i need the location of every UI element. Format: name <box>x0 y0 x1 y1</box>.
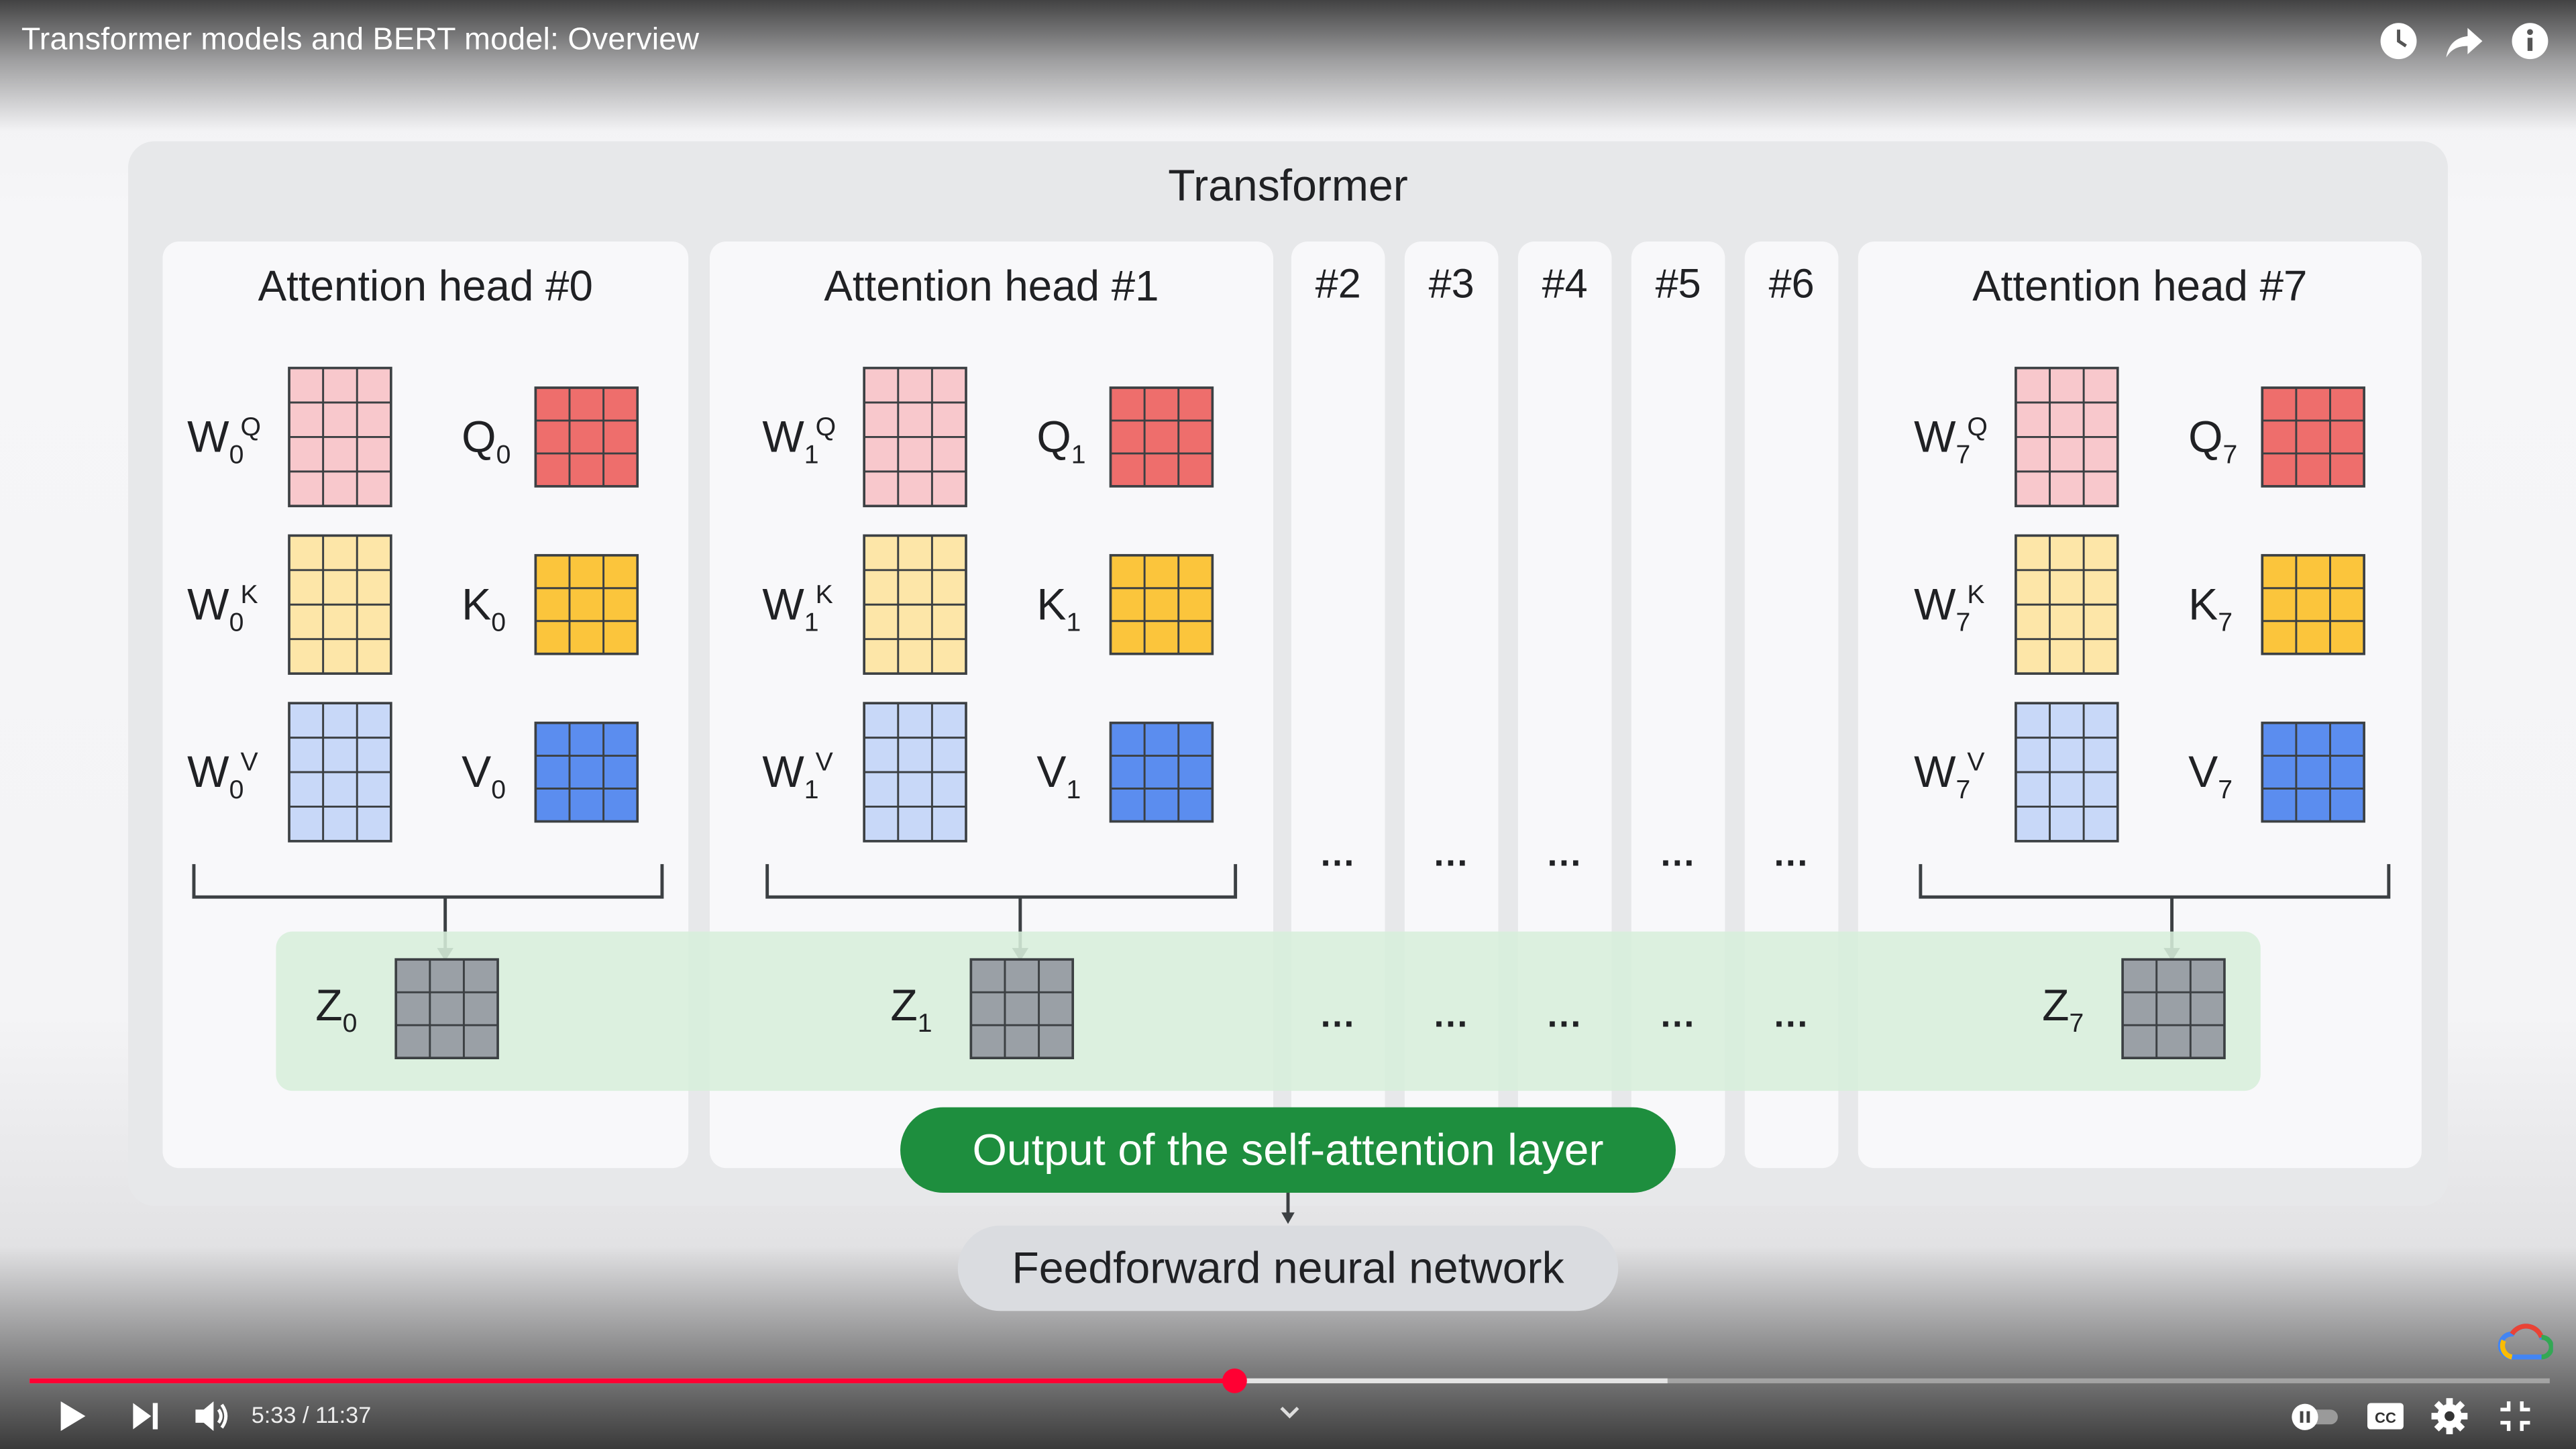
feedforward-label: Feedforward neural network <box>957 1225 1619 1311</box>
z-ellipsis-6: ... <box>1774 994 1809 1035</box>
exit-fullscreen-icon[interactable] <box>2499 1400 2532 1433</box>
output-self-attention-label: Output of the self-attention layer <box>900 1107 1676 1193</box>
time-display: 5:33 / 11:37 <box>251 1401 372 1428</box>
google-cloud-logo <box>2498 1324 2553 1360</box>
bracket-head-7 <box>1919 864 2391 899</box>
z-ellipsis-2: ... <box>1320 994 1356 1035</box>
z-output-band <box>276 931 2261 1091</box>
volume-icon[interactable] <box>193 1398 232 1434</box>
bracket-head-0 <box>192 864 664 899</box>
bracket-head-1 <box>765 864 1238 899</box>
play-icon[interactable] <box>54 1398 91 1434</box>
next-icon[interactable] <box>128 1400 164 1433</box>
progress-played <box>30 1378 1234 1384</box>
svg-text:CC: CC <box>2375 1409 2396 1426</box>
z-matrix <box>394 958 499 1059</box>
autoplay-toggle-icon[interactable] <box>2288 1401 2341 1431</box>
chevron-down-icon[interactable] <box>1277 1403 1303 1422</box>
settings-gear-icon[interactable] <box>2431 1398 2468 1434</box>
z-ellipsis-3: ... <box>1434 994 1469 1035</box>
z-label: Z0 <box>315 981 358 1038</box>
z-matrix <box>2121 958 2226 1059</box>
z-matrix <box>969 958 1075 1059</box>
z-label: Z7 <box>2042 981 2084 1038</box>
video-frame[interactable]: Transformer models and BERT model: Overv… <box>0 0 2576 1449</box>
z-label: Z1 <box>890 981 932 1038</box>
z-ellipsis-4: ... <box>1547 994 1582 1035</box>
z-ellipsis-5: ... <box>1660 994 1696 1035</box>
captions-icon[interactable]: CC <box>2366 1401 2406 1431</box>
